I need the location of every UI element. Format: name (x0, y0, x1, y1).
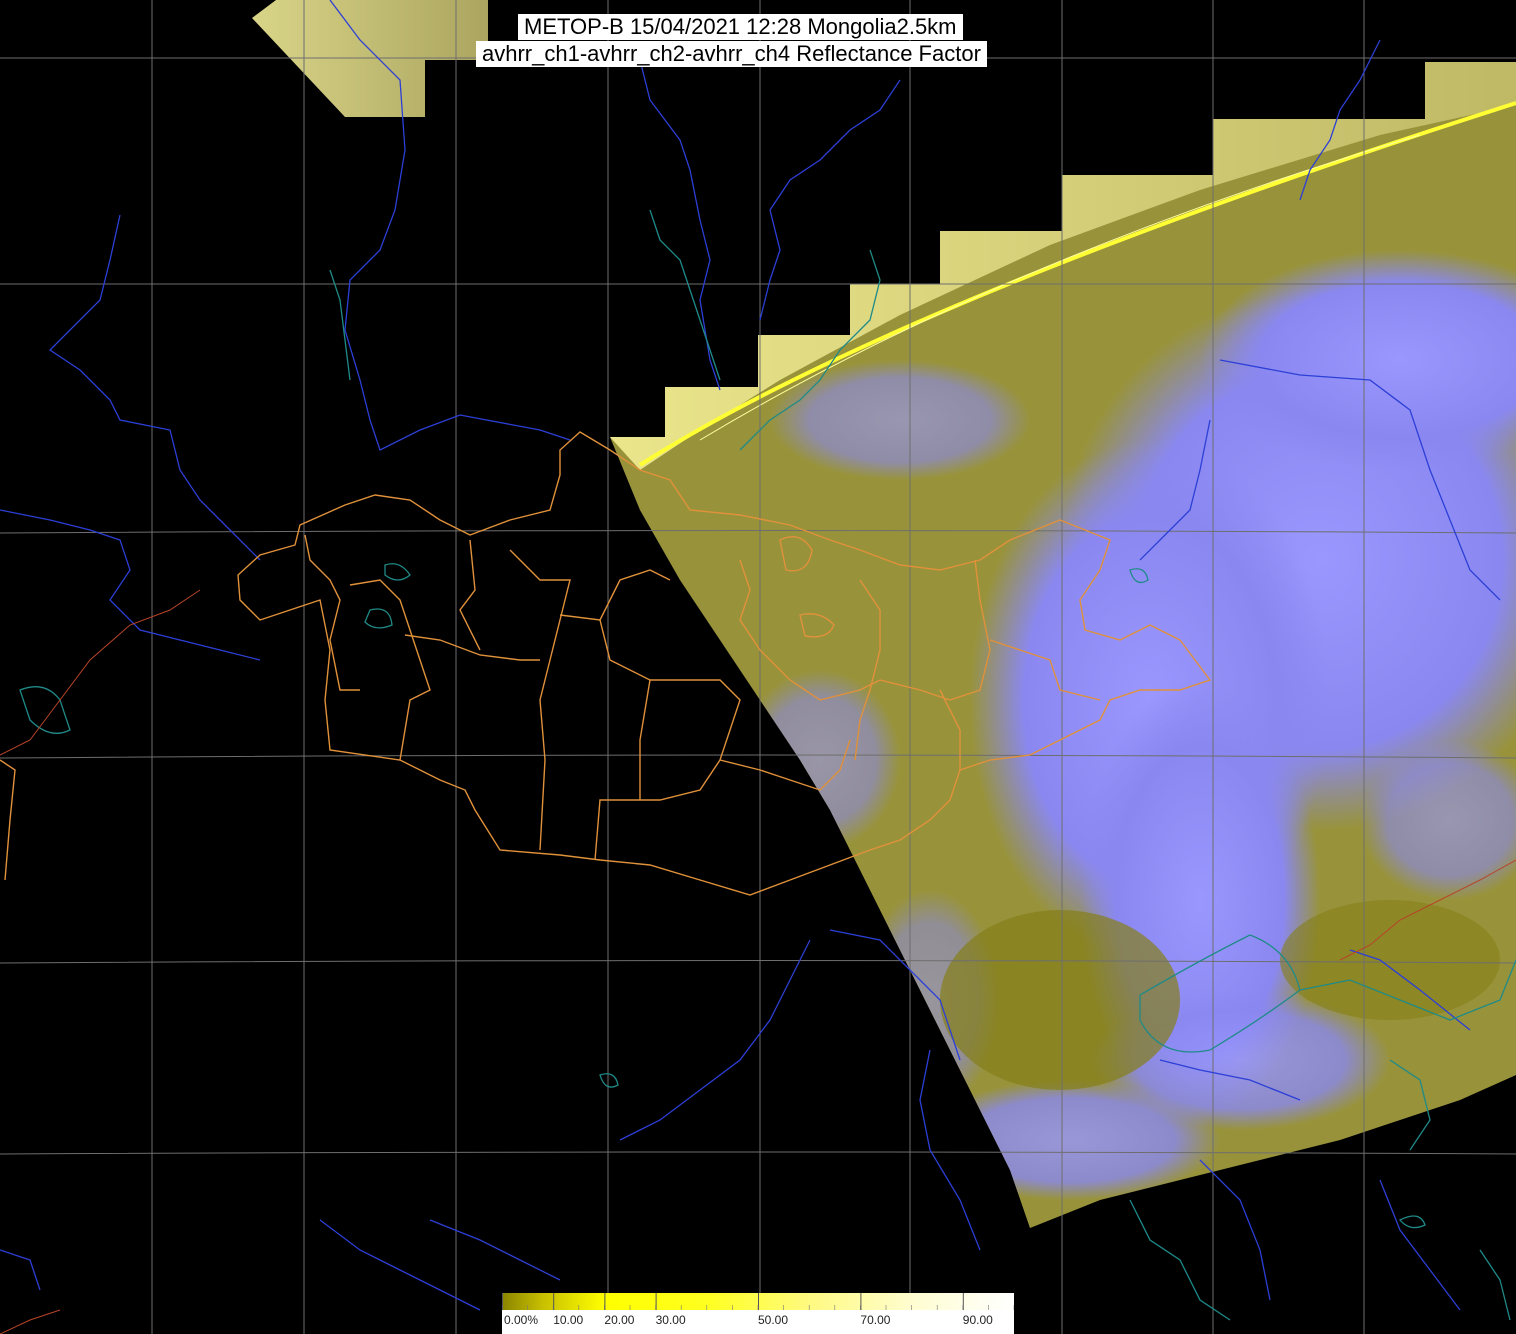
colorbar-tick-label-2: 20.00 (604, 1313, 635, 1327)
colorbar-tick-label-6: 90.00 (962, 1313, 993, 1327)
colorbar-tick-label-5: 70.00 (860, 1313, 891, 1327)
colorbar-tick-label-4: 50.00 (758, 1313, 789, 1327)
colorbar-tick-label-0: 0.00% (504, 1313, 539, 1327)
satellite-map (0, 0, 1516, 1334)
colorbar-tick-label-3: 30.00 (655, 1313, 686, 1327)
colorbar-tick-label-1: 10.00 (553, 1313, 584, 1327)
title-satellite-time-region: METOP-B 15/04/2021 12:28 Mongolia2.5km (518, 14, 963, 40)
title-product: avhrr_ch1-avhrr_ch2-avhrr_ch4 Reflectanc… (476, 41, 987, 67)
